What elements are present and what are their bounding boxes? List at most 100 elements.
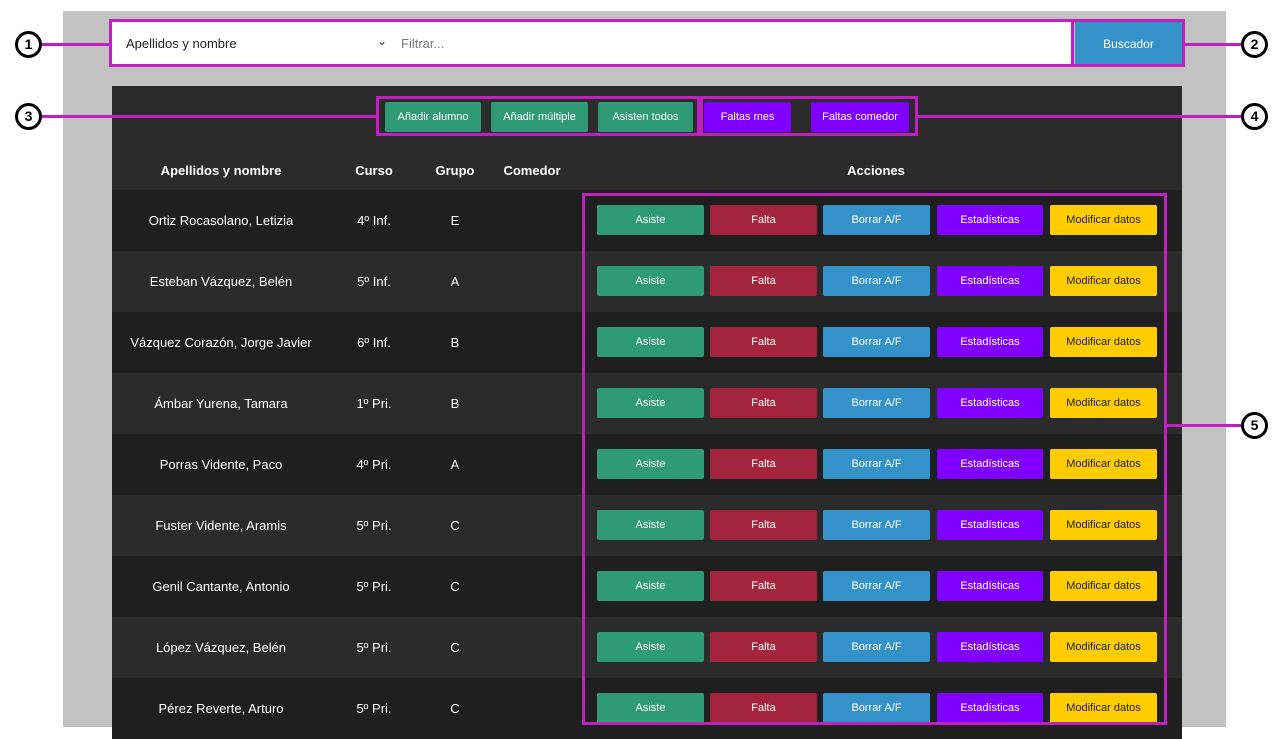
student-group: B bbox=[450, 396, 460, 411]
absent-button[interactable]: Falta bbox=[710, 266, 817, 296]
student-group: C bbox=[450, 579, 460, 594]
statistics-button[interactable]: Estadísticas bbox=[937, 388, 1043, 418]
student-group: C bbox=[450, 701, 460, 716]
edit-data-button[interactable]: Modificar datos bbox=[1050, 571, 1157, 601]
attend-button[interactable]: Asiste bbox=[597, 266, 704, 296]
header-canteen: Comedor bbox=[503, 163, 561, 178]
clear-attendance-button[interactable]: Borrar A/F bbox=[823, 571, 930, 601]
table-row: Vázquez Corazón, Jorge Javier 6º Inf. B … bbox=[112, 312, 1182, 373]
annotation-marker-2: 2 bbox=[1241, 31, 1268, 58]
table-body: Ortiz Rocasolano, Letizia 4º Inf. E Asis… bbox=[112, 190, 1182, 739]
absent-button[interactable]: Falta bbox=[710, 632, 817, 662]
filter-input[interactable] bbox=[397, 22, 1072, 65]
table-row: Esteban Vázquez, Belén 5º Inf. A Asiste … bbox=[112, 251, 1182, 312]
student-group: B bbox=[450, 335, 460, 350]
annotation-marker-3: 3 bbox=[15, 103, 42, 130]
student-name: López Vázquez, Belén bbox=[155, 640, 287, 655]
edit-data-button[interactable]: Modificar datos bbox=[1050, 449, 1157, 479]
edit-data-button[interactable]: Modificar datos bbox=[1050, 510, 1157, 540]
clear-attendance-button[interactable]: Borrar A/F bbox=[823, 449, 930, 479]
statistics-button[interactable]: Estadísticas bbox=[937, 449, 1043, 479]
student-group: A bbox=[450, 457, 460, 472]
student-name: Ortiz Rocasolano, Letizia bbox=[148, 213, 294, 228]
absent-button[interactable]: Falta bbox=[710, 693, 817, 723]
attend-button[interactable]: Asiste bbox=[597, 510, 704, 540]
statistics-button[interactable]: Estadísticas bbox=[937, 632, 1043, 662]
student-course: 4º Inf. bbox=[357, 213, 391, 228]
student-name: Fuster Vidente, Aramis bbox=[155, 518, 287, 533]
statistics-button[interactable]: Estadísticas bbox=[937, 571, 1043, 601]
table-header: Apellidos y nombre Curso Grupo Comedor A… bbox=[112, 163, 1182, 190]
edit-data-button[interactable]: Modificar datos bbox=[1050, 388, 1157, 418]
table-row: Pérez Reverte, Arturo 5º Pri. C Asiste F… bbox=[112, 678, 1182, 739]
statistics-button[interactable]: Estadísticas bbox=[937, 510, 1043, 540]
absent-button[interactable]: Falta bbox=[710, 449, 817, 479]
student-group: E bbox=[450, 213, 460, 228]
edit-data-button[interactable]: Modificar datos bbox=[1050, 205, 1157, 235]
attend-button[interactable]: Asiste bbox=[597, 571, 704, 601]
student-name: Porras Vidente, Paco bbox=[159, 457, 283, 472]
absent-button[interactable]: Falta bbox=[710, 205, 817, 235]
student-name: Genil Cantante, Antonio bbox=[152, 579, 290, 594]
absent-button[interactable]: Falta bbox=[710, 510, 817, 540]
edit-data-button[interactable]: Modificar datos bbox=[1050, 693, 1157, 723]
header-course: Curso bbox=[355, 163, 393, 178]
student-course: 5º Pri. bbox=[356, 640, 392, 655]
student-course: 5º Pri. bbox=[356, 579, 392, 594]
table-row: López Vázquez, Belén 5º Pri. C Asiste Fa… bbox=[112, 617, 1182, 678]
edit-data-button[interactable]: Modificar datos bbox=[1050, 327, 1157, 357]
table-row: Porras Vidente, Paco 4º Pri. A Asiste Fa… bbox=[112, 434, 1182, 495]
filter-field-select[interactable]: Apellidos y nombre ⌄ bbox=[112, 22, 397, 65]
student-course: 6º Inf. bbox=[357, 335, 391, 350]
clear-attendance-button[interactable]: Borrar A/F bbox=[823, 205, 930, 235]
attend-button[interactable]: Asiste bbox=[597, 632, 704, 662]
student-group: A bbox=[450, 274, 460, 289]
student-name: Pérez Reverte, Arturo bbox=[158, 701, 284, 716]
table-row: Fuster Vidente, Aramis 5º Pri. C Asiste … bbox=[112, 495, 1182, 556]
search-button[interactable]: Buscador bbox=[1075, 22, 1182, 65]
clear-attendance-button[interactable]: Borrar A/F bbox=[823, 632, 930, 662]
table-row: Genil Cantante, Antonio 5º Pri. C Asiste… bbox=[112, 556, 1182, 617]
statistics-button[interactable]: Estadísticas bbox=[937, 205, 1043, 235]
attend-button[interactable]: Asiste bbox=[597, 327, 704, 357]
attend-button[interactable]: Asiste bbox=[597, 693, 704, 723]
statistics-button[interactable]: Estadísticas bbox=[937, 266, 1043, 296]
absent-button[interactable]: Falta bbox=[710, 571, 817, 601]
attend-button[interactable]: Asiste bbox=[597, 388, 704, 418]
absent-button[interactable]: Falta bbox=[710, 327, 817, 357]
student-course: 5º Inf. bbox=[357, 274, 391, 289]
clear-attendance-button[interactable]: Borrar A/F bbox=[823, 510, 930, 540]
annotation-marker-1: 1 bbox=[15, 31, 42, 58]
add-student-button[interactable]: Añadir alumno bbox=[385, 102, 481, 132]
all-attend-button[interactable]: Asisten todos bbox=[598, 102, 693, 132]
clear-attendance-button[interactable]: Borrar A/F bbox=[823, 327, 930, 357]
student-group: C bbox=[450, 640, 460, 655]
clear-attendance-button[interactable]: Borrar A/F bbox=[823, 693, 930, 723]
canteen-absences-button[interactable]: Faltas comedor bbox=[811, 102, 909, 132]
student-course: 1º Pri. bbox=[356, 396, 392, 411]
header-name: Apellidos y nombre bbox=[160, 163, 282, 178]
attend-button[interactable]: Asiste bbox=[597, 449, 704, 479]
annotation-marker-5: 5 bbox=[1241, 412, 1268, 439]
statistics-button[interactable]: Estadísticas bbox=[937, 693, 1043, 723]
student-name: Vázquez Corazón, Jorge Javier bbox=[130, 335, 312, 350]
edit-data-button[interactable]: Modificar datos bbox=[1050, 266, 1157, 296]
header-group: Grupo bbox=[435, 163, 475, 178]
student-name: Ámbar Yurena, Tamara bbox=[154, 396, 288, 411]
student-group: C bbox=[450, 518, 460, 533]
month-absences-button[interactable]: Faltas mes bbox=[704, 102, 791, 132]
clear-attendance-button[interactable]: Borrar A/F bbox=[823, 388, 930, 418]
clear-attendance-button[interactable]: Borrar A/F bbox=[823, 266, 930, 296]
student-course: 5º Pri. bbox=[356, 701, 392, 716]
absent-button[interactable]: Falta bbox=[710, 388, 817, 418]
table-row: Ámbar Yurena, Tamara 1º Pri. B Asiste Fa… bbox=[112, 373, 1182, 434]
student-course: 5º Pri. bbox=[356, 518, 392, 533]
search-bar: Apellidos y nombre ⌄ Buscador bbox=[112, 22, 1182, 65]
edit-data-button[interactable]: Modificar datos bbox=[1050, 632, 1157, 662]
attend-button[interactable]: Asiste bbox=[597, 205, 704, 235]
annotation-marker-4: 4 bbox=[1241, 103, 1268, 130]
filter-field-value: Apellidos y nombre bbox=[126, 36, 237, 51]
add-multiple-button[interactable]: Añadir múltiple bbox=[491, 102, 588, 132]
chevron-down-icon: ⌄ bbox=[376, 34, 387, 48]
statistics-button[interactable]: Estadísticas bbox=[937, 327, 1043, 357]
